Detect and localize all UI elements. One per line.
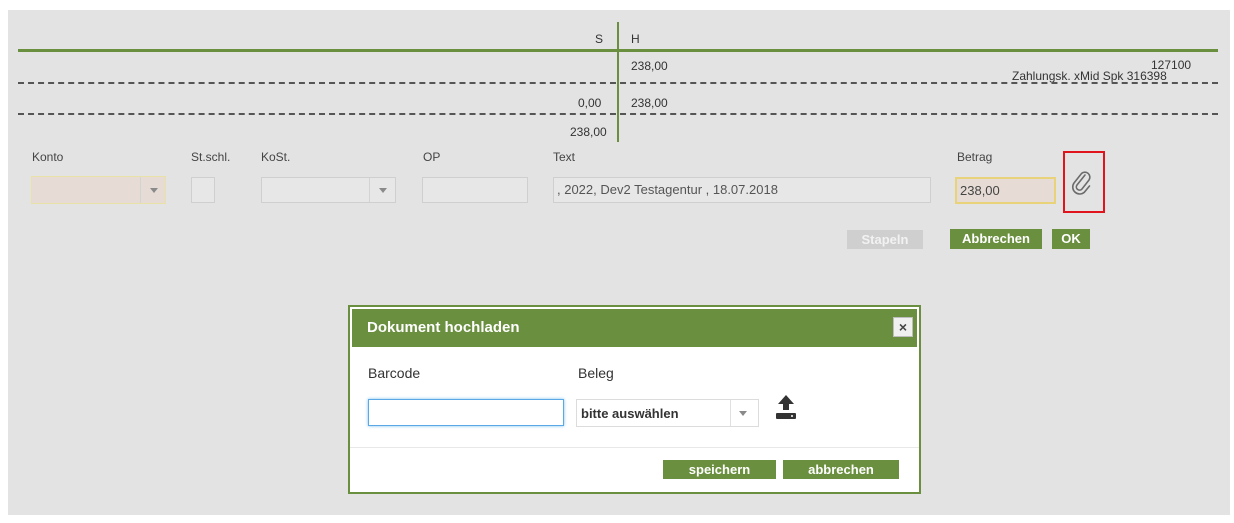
op-label: OP xyxy=(423,150,441,164)
paperclip-icon[interactable] xyxy=(1070,170,1094,196)
konto-select[interactable] xyxy=(31,176,166,204)
speichern-button[interactable]: speichern xyxy=(663,460,776,479)
text-label: Text xyxy=(553,150,576,164)
column-s-header: S xyxy=(595,32,604,46)
text-input[interactable]: , 2022, Dev2 Testagentur , 18.07.2018 xyxy=(553,177,931,203)
chevron-down-icon xyxy=(739,411,747,416)
barcode-input[interactable] xyxy=(368,399,564,426)
betrag-label: Betrag xyxy=(957,150,993,164)
ledger-dash-2 xyxy=(18,113,1218,115)
stapeln-button[interactable]: Stapeln xyxy=(847,230,923,249)
ledger-dash-1 xyxy=(18,82,1218,84)
betrag-input-value: 238,00 xyxy=(960,183,1000,198)
ledger-row1-h: 238,00 xyxy=(631,59,668,73)
konto-label: Konto xyxy=(32,150,64,164)
stschl-label: St.schl. xyxy=(191,150,231,164)
beleg-label: Beleg xyxy=(578,365,614,381)
ledger-row2-s: 0,00 xyxy=(578,96,602,110)
upload-dialog: Dokument hochladen × Barcode Beleg bitte… xyxy=(348,305,921,494)
kost-label: KoSt. xyxy=(261,150,291,164)
close-icon[interactable]: × xyxy=(893,317,913,337)
dialog-title: Dokument hochladen xyxy=(367,319,520,336)
text-input-value: , 2022, Dev2 Testagentur , 18.07.2018 xyxy=(557,182,778,197)
abbrechen-dialog-button[interactable]: abbrechen xyxy=(783,460,899,479)
column-h-header: H xyxy=(631,32,640,46)
beleg-select-value: bitte auswählen xyxy=(581,406,679,421)
beleg-select-divider xyxy=(730,400,731,426)
dialog-header: Dokument hochladen × xyxy=(352,309,917,347)
konto-select-divider xyxy=(140,177,141,203)
barcode-label: Barcode xyxy=(368,365,421,381)
account-name: Zahlungsk. xMid Spk 316398 xyxy=(1012,69,1167,83)
kost-select[interactable] xyxy=(261,177,396,203)
ok-button[interactable]: OK xyxy=(1052,229,1090,249)
chevron-down-icon xyxy=(379,188,387,193)
upload-icon[interactable] xyxy=(773,393,799,421)
dialog-footer-divider xyxy=(350,447,919,448)
op-input[interactable] xyxy=(422,177,528,203)
kost-select-divider xyxy=(369,178,370,202)
chevron-down-icon xyxy=(150,188,158,193)
betrag-input[interactable]: 238,00 xyxy=(955,177,1056,204)
abbrechen-button[interactable]: Abbrechen xyxy=(950,229,1042,249)
stschl-input[interactable] xyxy=(191,177,215,203)
ledger-row2-h: 238,00 xyxy=(631,96,668,110)
beleg-select[interactable]: bitte auswählen xyxy=(576,399,759,427)
ledger-row3-s: 238,00 xyxy=(570,125,607,139)
